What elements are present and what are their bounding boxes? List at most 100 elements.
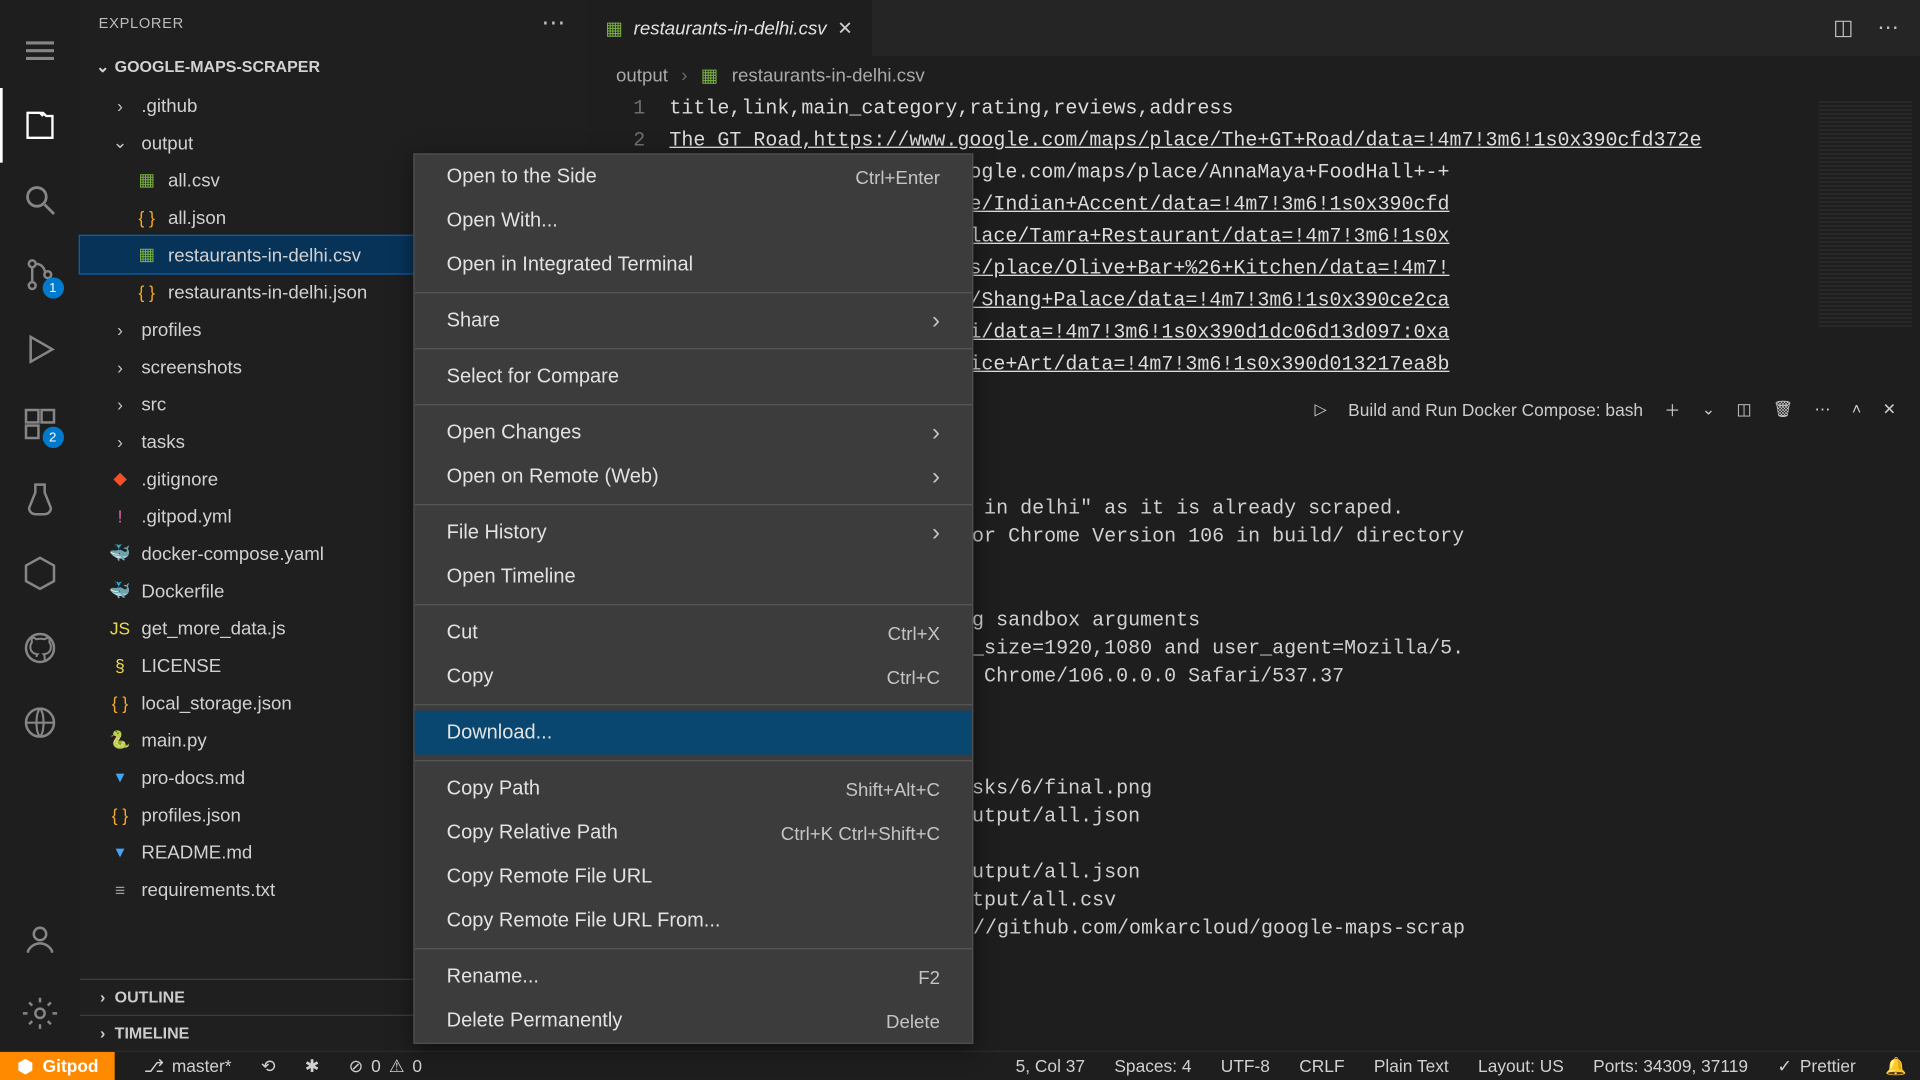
ctx-copy[interactable]: CopyCtrl+C <box>415 655 972 699</box>
accounts-icon[interactable] <box>0 901 79 976</box>
status-prettier[interactable]: ✓ Prettier <box>1777 1055 1855 1076</box>
menu-icon[interactable] <box>0 13 79 88</box>
csv-icon: ▦ <box>133 169 160 190</box>
md-icon: ▾ <box>107 767 134 788</box>
status-layout[interactable]: Layout: US <box>1478 1055 1564 1076</box>
status-cursor[interactable]: 5, Col 37 <box>1016 1055 1085 1076</box>
csv-icon: ▦ <box>701 63 719 86</box>
explorer-icon[interactable] <box>0 88 79 163</box>
maximize-panel-icon[interactable]: ˄ <box>1852 400 1861 419</box>
status-lang[interactable]: Plain Text <box>1374 1055 1449 1076</box>
ctx-open-on-remote-web[interactable]: Open on Remote (Web) <box>415 455 972 499</box>
testing-icon[interactable] <box>0 461 79 536</box>
status-sync[interactable]: ⟲ <box>261 1055 276 1076</box>
yml-icon: ! <box>107 506 134 526</box>
editor-more-icon[interactable]: ⋯ <box>1877 15 1898 42</box>
docker-icon: 🐳 <box>107 580 134 601</box>
extensions-badge: 2 <box>42 427 63 448</box>
git-icon: ◆ <box>107 468 134 489</box>
ctx-open-with[interactable]: Open With... <box>415 199 972 243</box>
status-spaces[interactable]: Spaces: 4 <box>1114 1055 1191 1076</box>
kill-terminal-icon[interactable]: 🗑 <box>1773 400 1793 419</box>
split-editor-icon[interactable]: ◫ <box>1833 15 1853 42</box>
ctx-copy-remote-file-url[interactable]: Copy Remote File URL <box>415 855 972 899</box>
scm-badge: 1 <box>42 277 63 298</box>
ctx-download[interactable]: Download... <box>415 711 972 755</box>
file-label: Dockerfile <box>141 580 224 601</box>
panel-more-icon[interactable]: ⋯ <box>1815 400 1831 419</box>
chevron-right-icon <box>932 463 940 491</box>
chevron-right-icon: › <box>681 64 687 85</box>
chevron-right-icon: › <box>91 1024 115 1043</box>
settings-icon[interactable] <box>0 976 79 1051</box>
sidebar-title: EXPLORER <box>99 15 184 31</box>
context-menu: Open to the SideCtrl+EnterOpen With...Op… <box>413 153 973 1044</box>
breadcrumb[interactable]: output › ▦ restaurants-in-delhi.csv <box>587 56 1920 93</box>
status-ports[interactable]: Ports: 34309, 37119 <box>1593 1055 1748 1076</box>
terminal-dropdown-icon[interactable]: ⌄ <box>1702 400 1715 419</box>
chevron-right-icon <box>932 419 940 447</box>
run-config-label[interactable]: Build and Run Docker Compose: bash <box>1348 399 1643 419</box>
gitpod-activity-icon[interactable] <box>0 536 79 611</box>
search-icon[interactable] <box>0 163 79 238</box>
ctx-share[interactable]: Share <box>415 299 972 343</box>
folder-icon <box>107 132 134 153</box>
status-eol[interactable]: CRLF <box>1299 1055 1344 1076</box>
ctx-rename[interactable]: Rename...F2 <box>415 955 972 999</box>
ctx-copy-path[interactable]: Copy PathShift+Alt+C <box>415 767 972 811</box>
ctx-open-to-the-side[interactable]: Open to the SideCtrl+Enter <box>415 155 972 199</box>
folder-header[interactable]: ⌄ GOOGLE-MAPS-SCRAPER <box>80 47 587 87</box>
ctx-copy-relative-path[interactable]: Copy Relative PathCtrl+K Ctrl+Shift+C <box>415 811 972 855</box>
status-problems[interactable]: ⊘ 0 ⚠ 0 <box>349 1055 422 1076</box>
json-icon: { } <box>133 282 160 302</box>
file-label: pro-docs.md <box>141 767 245 788</box>
file-label: local_storage.json <box>141 692 291 713</box>
extensions-icon[interactable]: 2 <box>0 387 79 462</box>
ctx-copy-remote-file-url-from[interactable]: Copy Remote File URL From... <box>415 899 972 943</box>
ctx-file-history[interactable]: File History <box>415 511 972 555</box>
folder-row[interactable]: .github <box>80 87 587 124</box>
close-panel-icon[interactable]: ✕ <box>1883 400 1896 419</box>
source-control-icon[interactable]: 1 <box>0 237 79 312</box>
file-label: LICENSE <box>141 655 221 676</box>
status-bar: Gitpod ⎇ master* ⟲ ✱ ⊘ 0 ⚠ 0 5, Col 37 S… <box>0 1051 1920 1080</box>
close-icon[interactable]: ✕ <box>837 17 853 40</box>
ctx-delete-permanently[interactable]: Delete PermanentlyDelete <box>415 999 972 1043</box>
file-label: docker-compose.yaml <box>141 543 324 564</box>
txt-icon: ≡ <box>107 879 134 899</box>
sidebar-title-row: EXPLORER ⋯ <box>80 0 587 47</box>
run-play-icon[interactable]: ▷ <box>1315 400 1327 419</box>
json-icon: { } <box>107 805 134 825</box>
ctx-open-timeline[interactable]: Open Timeline <box>415 555 972 599</box>
ctx-open-changes[interactable]: Open Changes <box>415 411 972 455</box>
file-label: all.csv <box>168 169 220 190</box>
minimap[interactable] <box>1819 101 1912 328</box>
file-label: .gitpod.yml <box>141 505 231 526</box>
remote-icon[interactable] <box>0 685 79 760</box>
file-label: screenshots <box>141 356 242 377</box>
ctx-open-in-integrated-terminal[interactable]: Open in Integrated Terminal <box>415 243 972 287</box>
status-branch[interactable]: ⎇ master* <box>144 1055 232 1076</box>
status-notifications-icon[interactable]: 🔔 <box>1885 1055 1907 1076</box>
ctx-cut[interactable]: CutCtrl+X <box>415 611 972 655</box>
split-terminal-icon[interactable]: ◫ <box>1736 400 1751 419</box>
ctx-select-for-compare[interactable]: Select for Compare <box>415 355 972 399</box>
csv-icon: ▦ <box>605 17 623 40</box>
tab-active[interactable]: ▦ restaurants-in-delhi.csv ✕ <box>587 0 872 56</box>
file-label: tasks <box>141 431 185 452</box>
new-terminal-icon[interactable]: ＋ <box>1664 398 1680 421</box>
folder-icon <box>107 95 134 115</box>
file-label: profiles <box>141 319 201 340</box>
license-icon: § <box>107 655 134 675</box>
file-label: profiles.json <box>141 804 241 825</box>
run-debug-icon[interactable] <box>0 312 79 387</box>
status-build[interactable]: ✱ <box>305 1055 320 1076</box>
github-icon[interactable] <box>0 611 79 686</box>
folder-icon <box>107 319 134 339</box>
sidebar-more-icon[interactable]: ⋯ <box>541 9 568 37</box>
folder-name: GOOGLE-MAPS-SCRAPER <box>115 57 320 76</box>
chevron-down-icon: ⌄ <box>91 57 115 76</box>
status-gitpod[interactable]: Gitpod <box>0 1051 115 1080</box>
file-label: src <box>141 393 166 414</box>
status-encoding[interactable]: UTF-8 <box>1221 1055 1270 1076</box>
